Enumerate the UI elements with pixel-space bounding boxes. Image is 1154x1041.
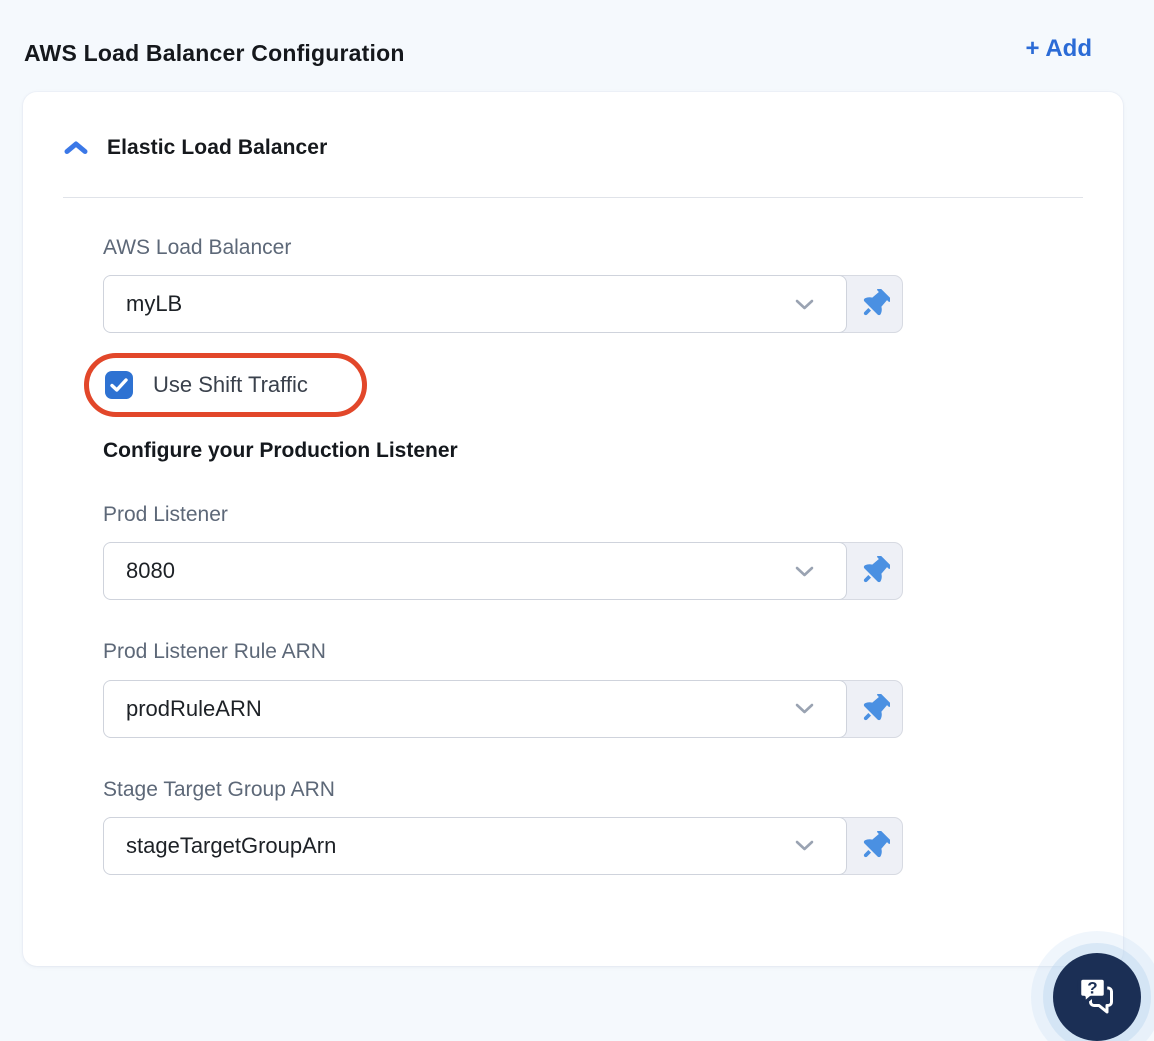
chevron-up-icon: [64, 141, 88, 154]
aws-load-balancer-select[interactable]: myLB: [103, 275, 847, 334]
stage-target-group-arn-select[interactable]: stageTargetGroupArn: [103, 816, 847, 875]
help-chat-button[interactable]: ?: [1053, 953, 1141, 1041]
chat-question-icon: ?: [1077, 976, 1113, 1014]
field-label: AWS Load Balancer: [103, 236, 292, 259]
pin-button[interactable]: [847, 543, 902, 599]
pushpin-icon: [863, 693, 890, 720]
pin-button[interactable]: [847, 818, 902, 874]
aws-load-balancer-field: myLB: [103, 275, 903, 334]
stage-target-group-arn-field: stageTargetGroupArn: [103, 816, 903, 875]
section-title: Elastic Load Balancer: [107, 136, 328, 159]
page-header: AWS Load Balancer Configuration + Add: [0, 0, 1154, 67]
field-label: Prod Listener: [103, 503, 228, 527]
pushpin-icon: [863, 830, 890, 857]
checkmark-icon: [110, 378, 128, 392]
field-value: stageTargetGroupArn: [126, 832, 337, 858]
section-divider: [63, 197, 1083, 198]
form-column: AWS Load Balancer myLB Use Shift Traffic…: [84, 235, 903, 875]
chevron-down-icon: [795, 299, 814, 309]
pushpin-icon: [863, 556, 890, 583]
field-label: Prod Listener Rule ARN: [103, 640, 326, 664]
prod-listener-select[interactable]: 8080: [103, 542, 847, 601]
prod-listener-rule-arn-field: prodRuleARN: [103, 679, 903, 738]
field-value: myLB: [126, 291, 183, 317]
chevron-down-icon: [795, 566, 814, 577]
add-button[interactable]: + Add: [1026, 35, 1092, 62]
chevron-down-icon: [795, 703, 814, 714]
svg-text:?: ?: [1087, 979, 1097, 998]
chevron-down-icon: [795, 840, 814, 851]
use-shift-traffic-checkbox[interactable]: [105, 371, 133, 400]
pin-button[interactable]: [847, 276, 902, 332]
load-balancer-card: Elastic Load Balancer AWS Load Balancer …: [23, 92, 1123, 966]
use-shift-traffic-label[interactable]: Use Shift Traffic: [153, 372, 308, 398]
field-value: 8080: [126, 558, 175, 584]
page-title: AWS Load Balancer Configuration: [24, 40, 405, 66]
production-listener-heading: Configure your Production Listener: [103, 439, 458, 463]
pin-button[interactable]: [847, 681, 902, 737]
field-value: prodRuleARN: [126, 695, 262, 721]
section-toggle-elastic-load-balancer[interactable]: Elastic Load Balancer: [63, 136, 327, 160]
prod-listener-field: 8080: [103, 542, 903, 601]
pushpin-icon: [863, 289, 890, 316]
prod-listener-rule-arn-select[interactable]: prodRuleARN: [103, 679, 847, 738]
field-label: Stage Target Group ARN: [103, 777, 335, 801]
annotation-highlight: Use Shift Traffic: [84, 353, 367, 418]
